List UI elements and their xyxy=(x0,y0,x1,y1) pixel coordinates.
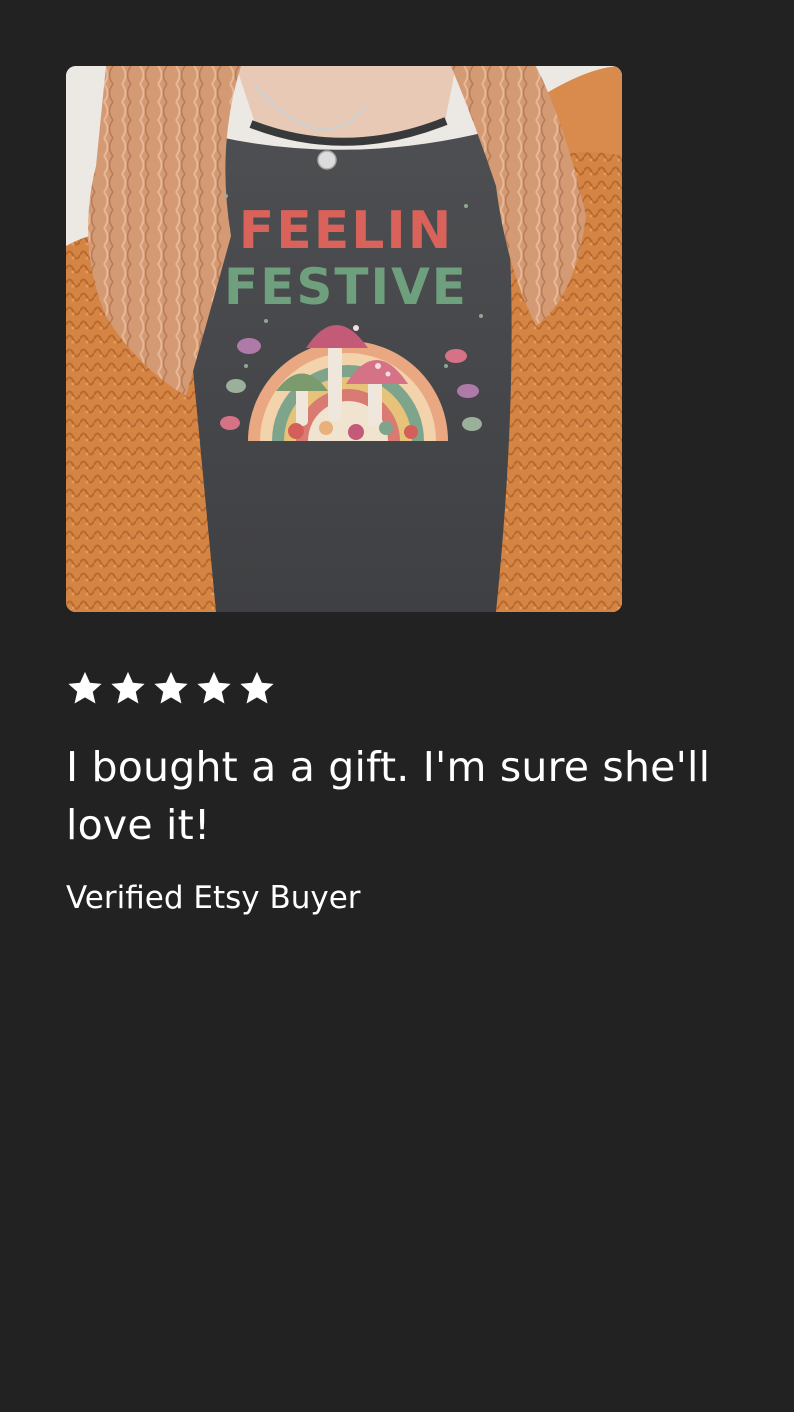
star-icon xyxy=(111,671,145,704)
star-icon xyxy=(68,671,102,704)
reviewer-name: Verified Etsy Buyer xyxy=(66,880,361,916)
review-card: FEELIN FESTIVE I bought a a gift. I'm su… xyxy=(0,0,794,1412)
shirt-text-line2: FESTIVE xyxy=(224,258,468,316)
review-text: I bought a a gift. I'm sure she'll love … xyxy=(66,743,711,849)
star-rating xyxy=(66,668,276,708)
star-icon xyxy=(154,671,188,704)
star-icon xyxy=(197,671,231,704)
product-photo[interactable]: FEELIN FESTIVE xyxy=(66,66,622,612)
star-icon xyxy=(240,671,274,704)
shirt-text-line1: FEELIN xyxy=(239,201,454,261)
product-photo-illustration: FEELIN FESTIVE xyxy=(66,66,622,612)
